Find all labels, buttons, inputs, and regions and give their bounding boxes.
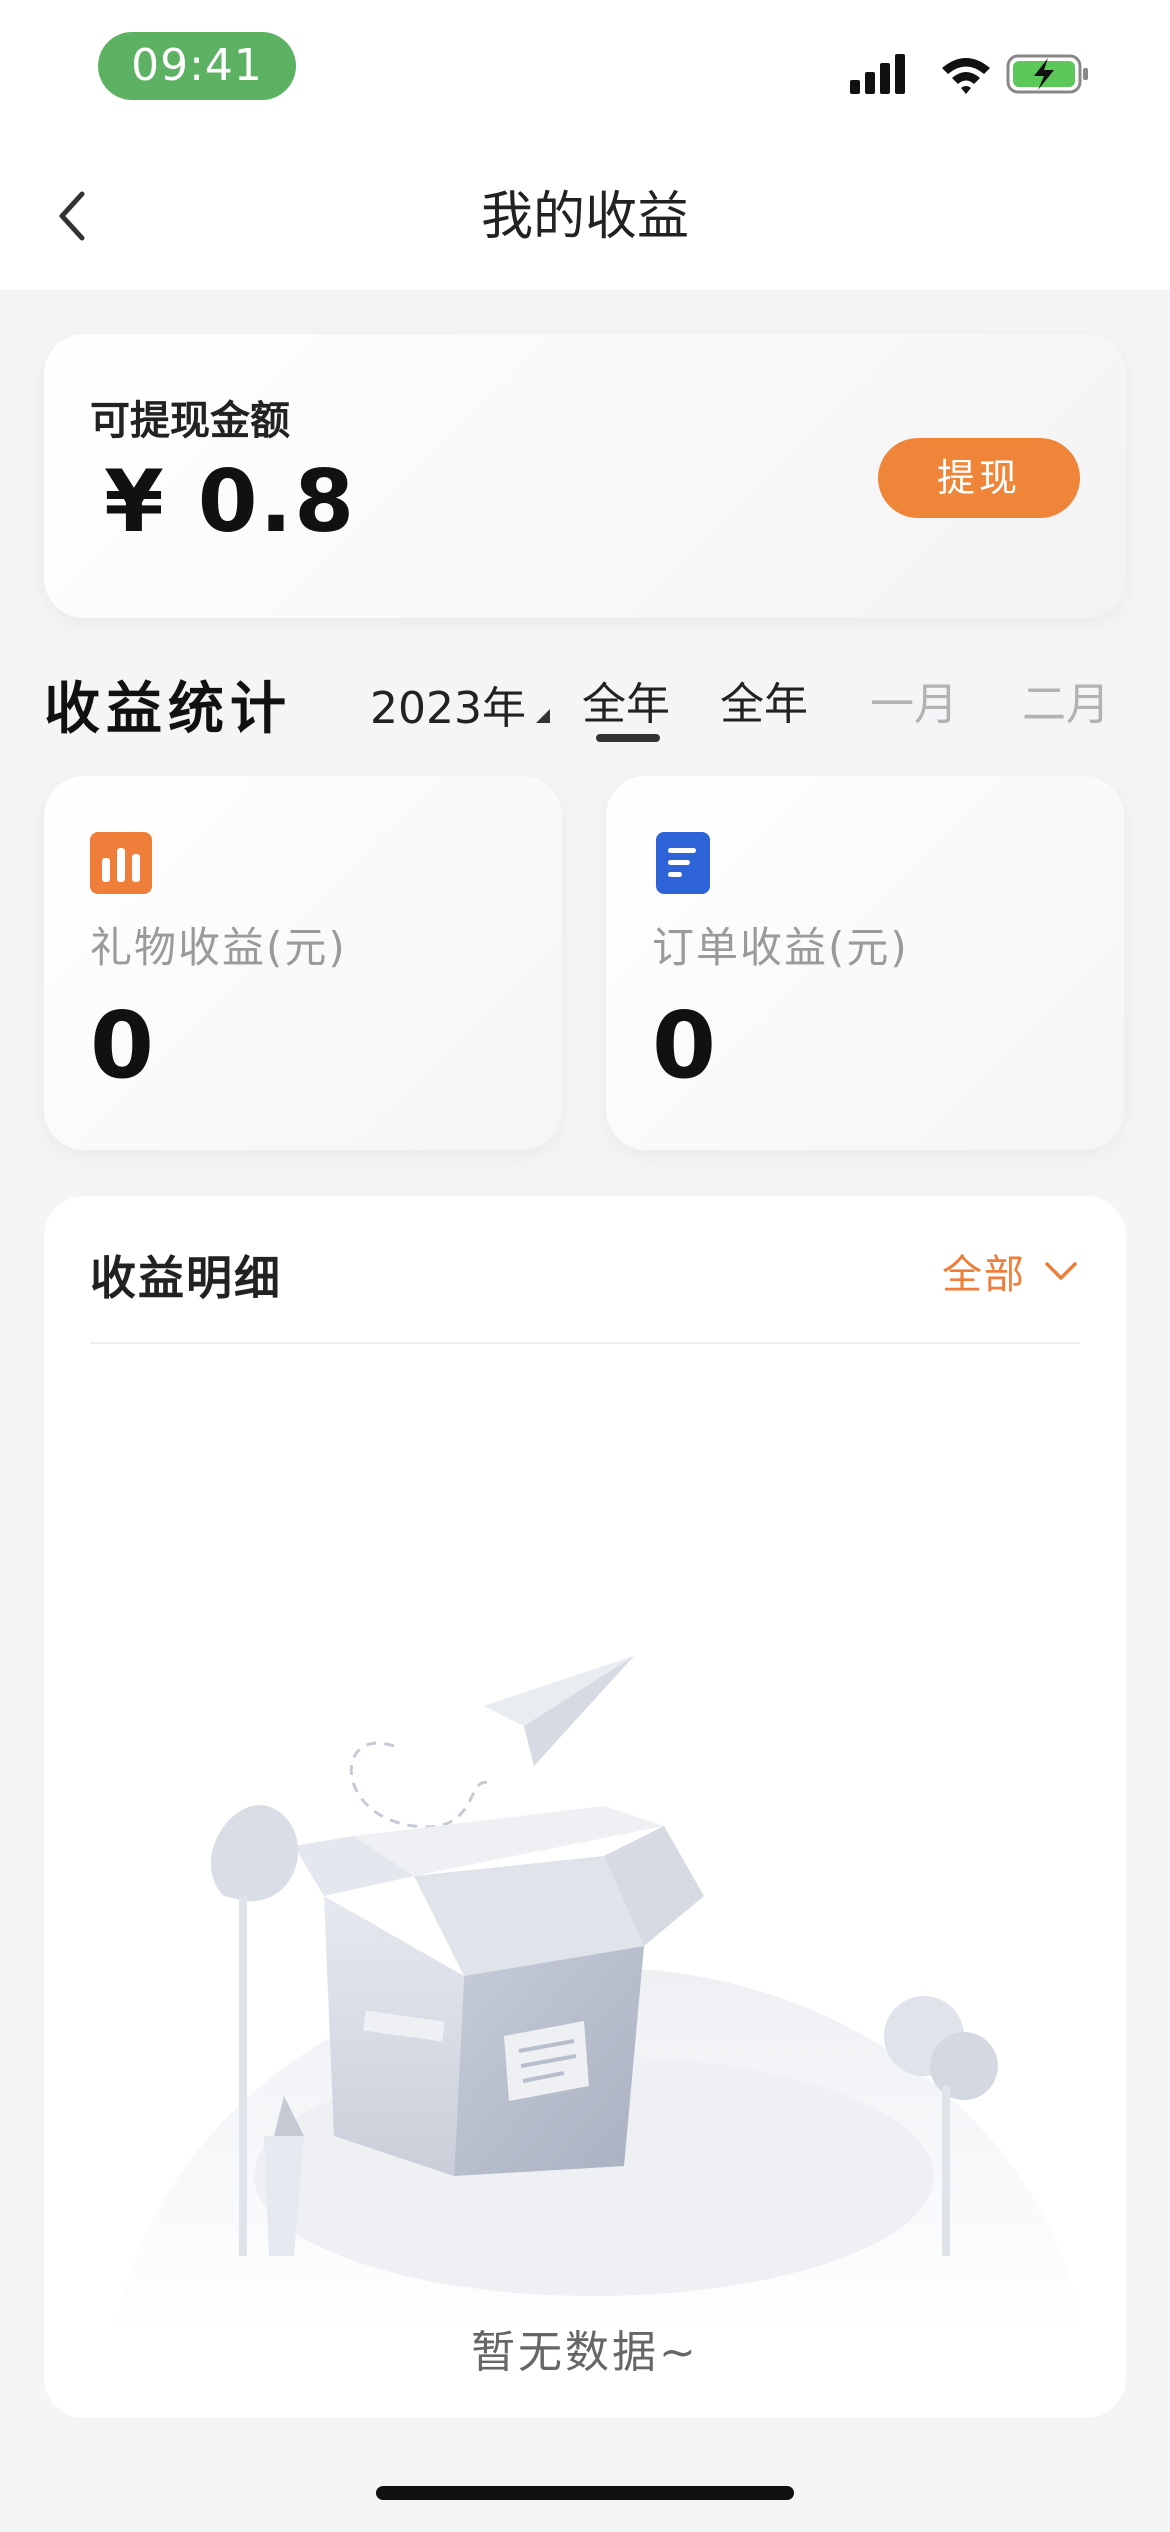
bar-chart-icon	[90, 832, 152, 894]
wifi-icon	[942, 58, 990, 94]
withdraw-button[interactable]: 提现	[878, 438, 1080, 518]
tab-full-year[interactable]: 全年	[720, 668, 808, 732]
balance-label: 可提现金额	[90, 398, 290, 444]
earnings-page: 09:41 我的收益 可提现金额 ¥ 0.8 提现 收益统计 2023年 全年 …	[0, 0, 1170, 2532]
page-title: 我的收益	[480, 187, 689, 247]
gift-earnings-card: 礼物收益(元) 0	[44, 776, 562, 1150]
active-tab-indicator	[596, 734, 660, 742]
stats-title: 收益统计	[44, 677, 292, 742]
nav-bar: 我的收益	[0, 150, 1170, 290]
status-icons	[850, 54, 1088, 94]
filter-label: 全部	[942, 1252, 1026, 1298]
empty-box-illustration	[114, 1656, 1084, 2336]
order-earnings-card: 订单收益(元) 0	[606, 776, 1124, 1150]
earnings-detail-card: 收益明细 全部 暂无数据~	[44, 1196, 1126, 2418]
caret-icon	[535, 709, 550, 723]
tab-january[interactable]: 一月	[870, 668, 958, 732]
gift-earnings-label: 礼物收益(元)	[90, 923, 347, 972]
chevron-down-icon	[1045, 1262, 1077, 1280]
balance-card: 可提现金额 ¥ 0.8 提现	[44, 334, 1126, 618]
balance-amount: ¥ 0.8	[104, 452, 357, 552]
battery-charging-icon	[1006, 54, 1088, 94]
order-earnings-value: 0	[652, 992, 717, 1099]
document-icon	[656, 832, 710, 894]
detail-title: 收益明细	[90, 1251, 282, 1305]
order-earnings-label: 订单收益(元)	[652, 923, 909, 972]
status-time: 09:41	[98, 32, 296, 100]
divider	[90, 1342, 1080, 1344]
tab-full-year-active[interactable]: 全年	[582, 668, 670, 732]
empty-state-text: 暂无数据~	[471, 2327, 699, 2378]
gift-earnings-value: 0	[90, 992, 155, 1099]
filter-dropdown[interactable]: 全部	[942, 1242, 1078, 1300]
year-selector[interactable]: 2023年	[370, 672, 552, 736]
status-bar: 09:41	[0, 0, 1170, 150]
signal-icon	[850, 54, 905, 94]
home-indicator	[376, 2486, 794, 2500]
year-label: 2023年	[370, 683, 526, 734]
tab-february[interactable]: 二月	[1022, 668, 1110, 732]
